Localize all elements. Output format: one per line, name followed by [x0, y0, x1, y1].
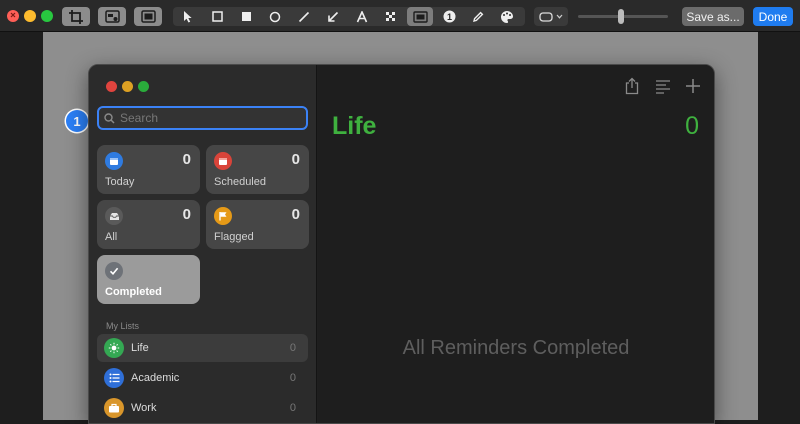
all-label: All	[105, 231, 118, 243]
minimize-button[interactable]	[24, 10, 36, 22]
today-label: Today	[105, 176, 135, 188]
pixelate-tool[interactable]	[378, 7, 404, 26]
color-palette-icon	[501, 11, 513, 23]
save-as-button[interactable]: Save as...	[682, 7, 744, 26]
line-tool[interactable]	[291, 7, 317, 26]
crop-button[interactable]	[62, 7, 90, 26]
image-capture-icon	[140, 10, 156, 23]
smart-list-all[interactable]: 0 All	[97, 200, 200, 249]
search-icon	[104, 112, 115, 124]
rounded-rectangle-icon	[539, 11, 553, 22]
window-capture-icon	[104, 10, 120, 23]
window-zoom-button[interactable]	[138, 81, 149, 92]
scheduled-count: 0	[291, 151, 300, 168]
close-x-icon	[10, 12, 16, 18]
arrow-tool[interactable]	[320, 7, 346, 26]
markup-tools-group: 1	[173, 7, 525, 26]
list-item-work[interactable]: Work 0	[97, 394, 308, 422]
tray-icon	[105, 207, 123, 225]
list-name: Life	[131, 342, 149, 354]
scheduled-label: Scheduled	[214, 176, 266, 188]
counter-icon: 1	[443, 10, 455, 23]
list-count: 0	[289, 402, 296, 414]
add-reminder-icon[interactable]	[684, 77, 702, 95]
list-count: 0	[289, 342, 296, 354]
shape-style-dropdown[interactable]	[534, 7, 568, 26]
pointer-icon	[184, 11, 192, 23]
annotation-counter-badge[interactable]: 1	[66, 110, 88, 132]
list-name: Academic	[131, 372, 180, 384]
rectangle-outline-tool[interactable]	[204, 7, 230, 26]
circle-icon	[269, 11, 281, 22]
pixelate-icon	[386, 11, 395, 21]
search-input[interactable]	[120, 111, 290, 125]
rectangle-fill-tool[interactable]	[233, 7, 259, 26]
markup-toolbar: 1 Save as... Done	[0, 0, 800, 32]
crop-icon	[69, 9, 83, 24]
checkmark-icon	[105, 262, 123, 280]
pencil-icon	[473, 11, 484, 22]
color-tool[interactable]	[494, 7, 520, 26]
highlight-icon	[412, 10, 428, 23]
text-tool[interactable]	[349, 7, 375, 26]
list-name: Work	[131, 402, 157, 414]
sidebar: 0 Today 0 Scheduled 0 All 0 Flagged	[89, 65, 317, 423]
list-total-count: 0	[685, 112, 699, 140]
calendar-red-icon	[214, 152, 232, 170]
list-count: 0	[289, 372, 296, 384]
sun-icon	[104, 338, 124, 358]
arrow-icon	[328, 11, 339, 22]
list-style-icon[interactable]	[654, 77, 672, 95]
rectangle-outline-icon	[211, 11, 223, 22]
flagged-count: 0	[291, 206, 300, 223]
briefcase-icon	[104, 398, 124, 418]
smart-list-today[interactable]: 0 Today	[97, 145, 200, 194]
my-lists-header: My Lists	[106, 321, 140, 331]
slider-knob[interactable]	[618, 9, 625, 24]
all-count: 0	[182, 206, 191, 223]
done-button[interactable]: Done	[753, 7, 793, 26]
pointer-tool[interactable]	[175, 7, 201, 26]
chevron-down-icon	[556, 14, 563, 19]
smart-list-scheduled[interactable]: 0 Scheduled	[206, 145, 309, 194]
list-title: Life	[332, 112, 377, 140]
text-icon	[356, 10, 368, 22]
smart-list-flagged[interactable]: 0 Flagged	[206, 200, 309, 249]
completed-label: Completed	[105, 286, 162, 298]
main-pane: Life 0 All Reminders Completed	[318, 65, 714, 423]
flagged-label: Flagged	[214, 231, 254, 243]
smart-list-completed[interactable]: Completed	[97, 255, 200, 304]
list-item-life[interactable]: Life 0	[97, 334, 308, 362]
empty-state-message: All Reminders Completed	[402, 337, 630, 359]
capture-window-button[interactable]	[98, 7, 126, 26]
zoom-button[interactable]	[41, 10, 53, 22]
highlight-tool[interactable]	[407, 7, 433, 26]
pencil-tool[interactable]	[465, 7, 491, 26]
list-bullet-icon	[104, 368, 124, 388]
reminders-window: 0 Today 0 Scheduled 0 All 0 Flagged	[88, 64, 715, 424]
counter-tool[interactable]: 1	[436, 7, 462, 26]
counter-glyph: 1	[446, 12, 451, 22]
calendar-icon	[105, 152, 123, 170]
today-count: 0	[182, 151, 191, 168]
circle-tool[interactable]	[262, 7, 288, 26]
window-close-button[interactable]	[106, 81, 117, 92]
rectangle-fill-icon	[241, 12, 251, 21]
flag-icon	[214, 207, 232, 225]
capture-image-button[interactable]	[134, 7, 162, 26]
line-icon	[298, 11, 310, 22]
search-field[interactable]	[97, 106, 308, 130]
window-minimize-button[interactable]	[122, 81, 133, 92]
list-item-academic[interactable]: Academic 0	[97, 364, 308, 392]
share-icon[interactable]	[623, 77, 641, 95]
